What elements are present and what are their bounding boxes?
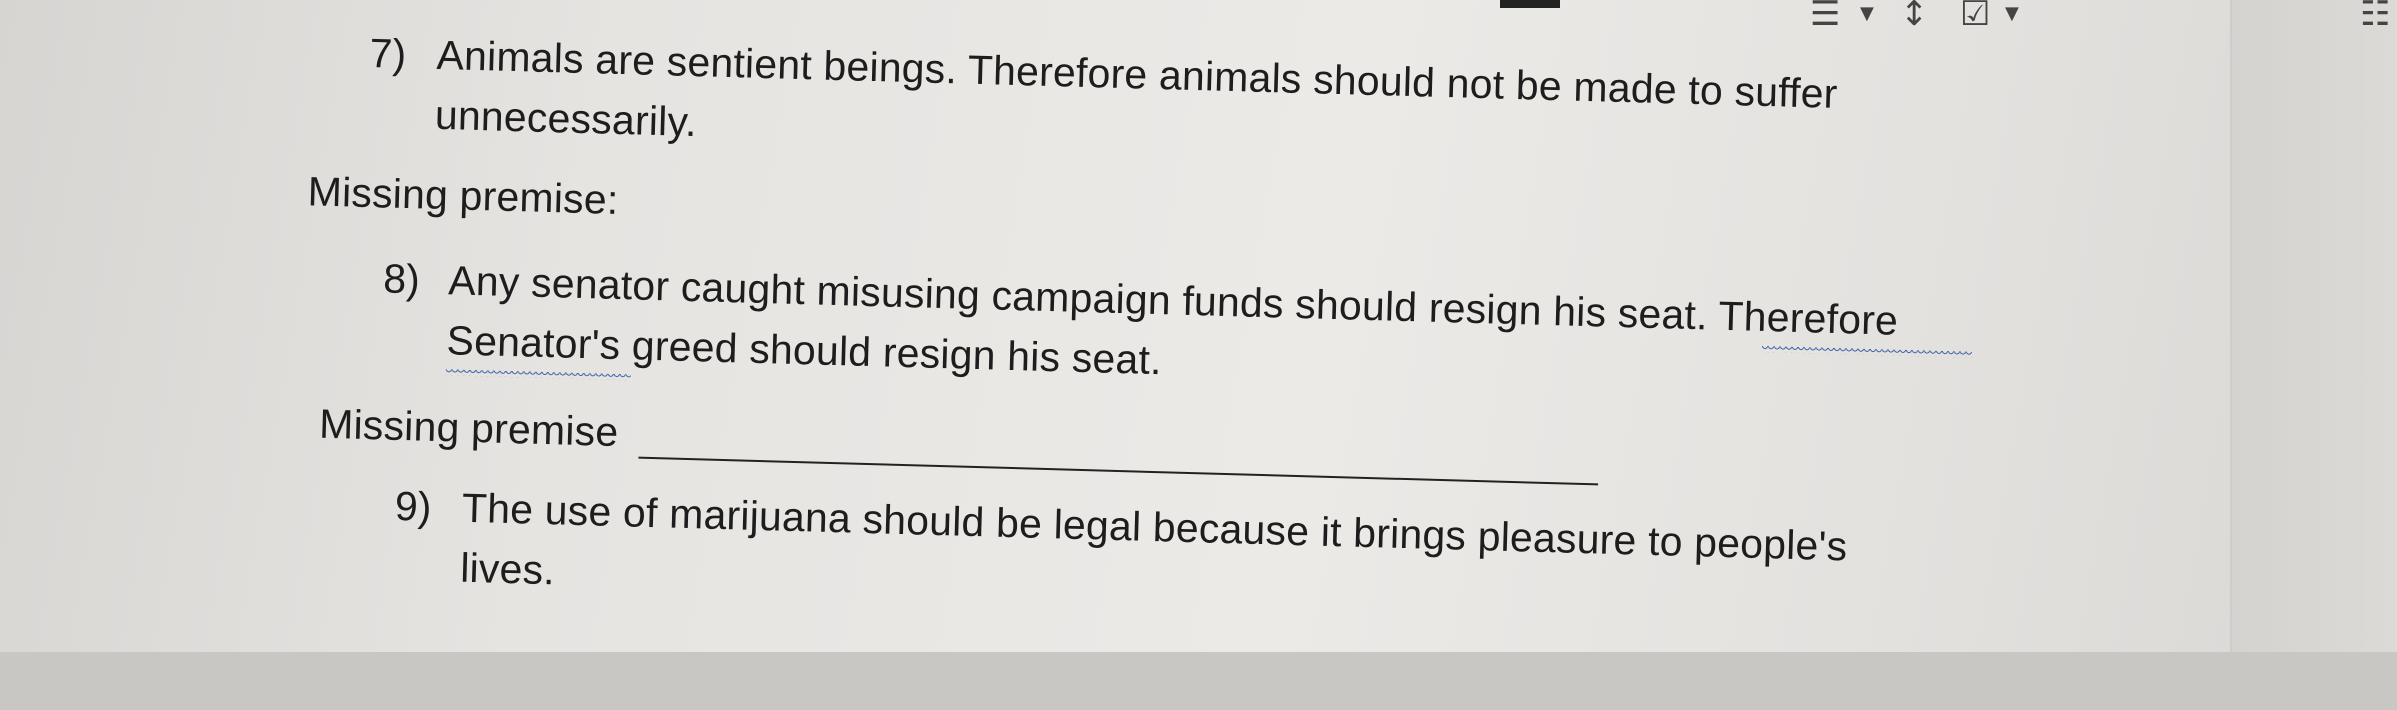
question-text-line: The use of marijuana should be legal bec… — [461, 484, 1848, 570]
spellcheck-underline — [445, 369, 631, 381]
checklist-icon[interactable]: ☑ — [1960, 0, 1990, 31]
question-text-line: lives. — [459, 544, 556, 594]
spellcheck-underline — [1761, 345, 1972, 358]
question-number: 9) — [394, 482, 433, 530]
toolbar-divider — [1500, 0, 1560, 8]
question-number: 7) — [369, 29, 407, 77]
document-content: 7) Animals are sentient beings. Therefor… — [0, 0, 2397, 710]
missing-premise-label: Missing premise — [318, 400, 620, 456]
question-text-line: unnecessarily. — [434, 91, 698, 146]
answer-blank-line[interactable] — [638, 456, 1599, 486]
question-number: 8) — [382, 255, 421, 303]
align-left-icon[interactable]: ☰ — [1810, 0, 1840, 31]
missing-premise-label: Missing premise: — [307, 168, 620, 223]
line-spacing-icon[interactable]: ↕ — [1900, 0, 1929, 31]
dropdown-icon[interactable]: ▼ — [1860, 0, 1874, 28]
bulleted-list-icon[interactable]: ☷ — [2360, 0, 2390, 31]
dropdown-icon[interactable]: ▼ — [2005, 0, 2019, 28]
